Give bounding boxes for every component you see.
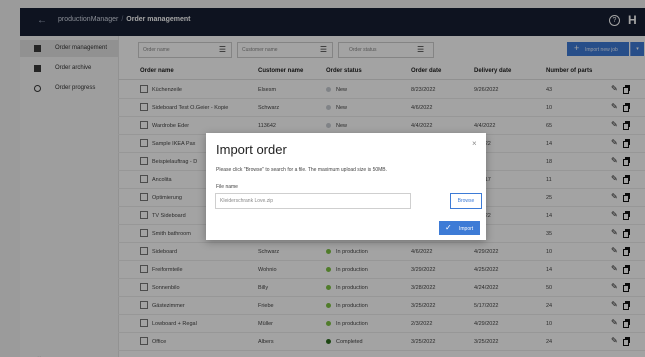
check-icon: ✓ bbox=[445, 223, 452, 232]
import-order-dialog: Import order × Please click "Browse" to … bbox=[206, 133, 486, 240]
close-icon[interactable]: × bbox=[472, 139, 477, 148]
file-name-label: File name bbox=[216, 184, 238, 190]
browse-button[interactable]: Browse bbox=[450, 193, 482, 209]
file-name-value: Kleiderschrank Love.zip bbox=[220, 198, 274, 204]
dialog-title: Import order bbox=[216, 142, 287, 157]
dialog-description: Please click "Browse" to search for a fi… bbox=[216, 167, 388, 173]
file-name-field[interactable]: Kleiderschrank Love.zip bbox=[215, 193, 411, 209]
import-button[interactable]: ✓ Import bbox=[439, 221, 480, 235]
